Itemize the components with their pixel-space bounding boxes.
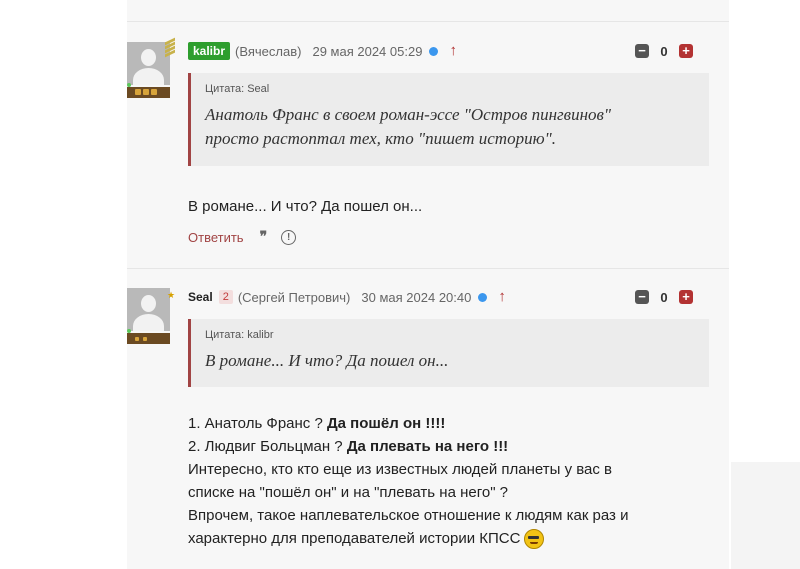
divider <box>127 268 729 269</box>
quote-text: Анатоль Франс в своем роман-эссе "Остров… <box>205 103 709 151</box>
rank-insignia-icon <box>127 333 170 344</box>
reply-button[interactable]: Ответить <box>188 230 244 245</box>
comment-kalibr: kalibr (Вячеслав) 29 мая 2024 05:29 ↑ − … <box>127 37 729 262</box>
vote-count: 0 <box>660 43 668 59</box>
body-line: Впрочем, такое наплевательское отношение… <box>188 507 629 524</box>
rank-insignia-icon <box>127 87 170 98</box>
divider <box>127 21 729 22</box>
report-icon[interactable]: ! <box>281 230 297 245</box>
vote-up-button[interactable]: + <box>679 44 693 58</box>
avatar[interactable] <box>127 288 170 331</box>
real-name: (Вячеслав) <box>235 43 302 59</box>
comment-date[interactable]: 29 мая 2024 05:29 <box>312 44 422 59</box>
quote-text: В романе... И что? Да пошел он... <box>205 351 449 370</box>
comment-body: В романе... И что? Да пошел он... <box>188 198 423 215</box>
avatar[interactable] <box>127 42 170 85</box>
body-line: характерно для преподавателей истории КП… <box>188 527 629 550</box>
body-line-text: характерно для преподавателей истории КП… <box>188 530 521 547</box>
quote-line: просто растоптал тех, кто "пишет историю… <box>205 129 556 148</box>
body-line-text: 1. Анатоль Франс ? <box>188 415 327 432</box>
body-line: 2. Людвиг Больцман ? Да плевать на него … <box>188 435 629 458</box>
real-name: (Сергей Петрович) <box>237 289 351 305</box>
vote-count: 0 <box>660 289 668 305</box>
quote-block: Цитата: kalibr В романе... И что? Да пош… <box>188 319 709 387</box>
vote-down-button[interactable]: − <box>635 290 649 304</box>
body-line: Интересно, кто кто еще из известных люде… <box>188 461 613 478</box>
star-icon: ★ <box>167 290 176 300</box>
quote-block: Цитата: Seal Анатоль Франс в своем роман… <box>188 73 709 166</box>
body-line: списке на "пошёл он" и на "плевать на не… <box>188 484 509 501</box>
username-link[interactable]: Seal <box>188 290 213 304</box>
vote-down-button[interactable]: − <box>635 44 649 58</box>
quote-line: Анатоль Франс в своем роман-эссе "Остров… <box>205 105 612 124</box>
comment-body: 1. Анатоль Франс ? Да пошёл он !!!! 2. Л… <box>188 412 629 550</box>
vote-widget: − 0 + <box>635 289 707 305</box>
quote-icon[interactable]: ❞ <box>260 229 268 246</box>
new-indicator-icon <box>478 292 488 302</box>
body-line-bold: Да пошёл он !!!! <box>326 415 446 432</box>
comment-header: Seal 2 (Сергей Петрович) 30 мая 2024 20:… <box>188 288 506 306</box>
comment-date[interactable]: 30 мая 2024 20:40 <box>361 290 471 305</box>
comment-actions: Ответить ❞ ! <box>188 229 297 246</box>
right-sidebar <box>731 0 800 569</box>
parent-link-icon[interactable]: ↑ <box>449 43 457 58</box>
new-indicator-icon <box>429 46 439 56</box>
vote-up-button[interactable]: + <box>679 290 693 304</box>
rank-stripes-icon <box>165 37 175 58</box>
parent-link-icon[interactable]: ↑ <box>498 289 506 304</box>
body-line: 1. Анатоль Франс ? Да пошёл он !!!! <box>188 412 629 435</box>
body-line-bold: Да плевать на него !!! <box>346 438 509 455</box>
comment-seal: ★ Seal 2 (Сергей Петрович) 30 мая 2024 2… <box>127 288 729 569</box>
user-badge-count: 2 <box>218 290 233 304</box>
vote-widget: − 0 + <box>635 43 707 59</box>
smiley-icon <box>524 529 545 550</box>
right-sidebar-strip <box>731 462 800 569</box>
quote-author: Цитата: kalibr <box>205 329 274 341</box>
quote-author: Цитата: Seal <box>205 83 270 95</box>
username-link[interactable]: kalibr <box>188 42 231 60</box>
body-line-text: 2. Людвиг Больцман ? <box>188 438 347 455</box>
comment-header: kalibr (Вячеслав) 29 мая 2024 05:29 ↑ <box>188 42 457 60</box>
